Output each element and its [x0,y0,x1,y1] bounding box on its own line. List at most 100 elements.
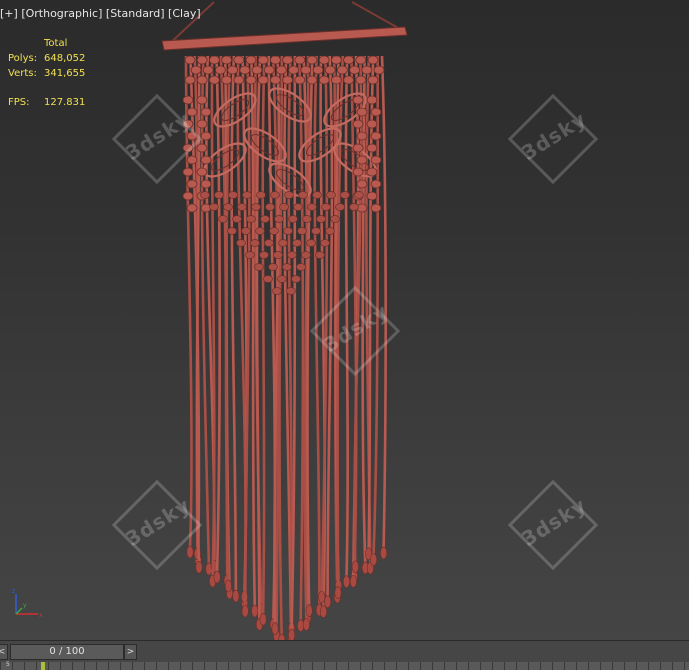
square-knot [256,191,266,199]
time-slider[interactable]: 0 / 100 [10,644,124,660]
square-knot [349,203,359,211]
spiral-knot [366,167,378,177]
square-knot [361,65,373,75]
square-knot [218,215,228,223]
viewport-view-menu[interactable]: [Orthographic] [21,7,102,20]
spiral-knot [370,203,382,213]
square-knot [330,75,342,85]
prev-frame-button[interactable]: < [0,644,8,660]
spiral-knot [366,119,378,129]
square-knot [301,251,311,259]
spiral-knot [182,191,194,201]
square-knot [263,275,273,283]
track-bar[interactable]: 5 [0,661,689,670]
axis-z-label: z [12,588,15,595]
spiral-knot [356,131,368,141]
square-knot [373,65,385,75]
cord-end-knot [213,570,221,584]
square-knot [196,55,208,65]
spiral-knot [370,155,382,165]
cord-end-knot [342,575,350,588]
next-frame-button[interactable]: > [124,644,137,660]
square-knot [233,55,245,65]
cord-end-knot [370,553,378,566]
spiral-knot [352,143,364,153]
spiral-knot [196,167,208,177]
cord-end-knot [302,618,310,631]
square-knot [294,55,306,65]
fps-value: 127.831 [44,97,86,108]
spiral-knot [366,95,378,105]
square-knot [257,75,269,85]
square-knot [306,55,318,65]
dowel-rod [161,26,408,51]
cord-end-knot [349,575,357,588]
square-knot [316,215,326,223]
axis-gizmo-icon: x z y [12,588,43,619]
square-knot [343,55,355,65]
cord-end-knot [334,586,342,599]
square-knot [297,227,307,235]
square-knot [200,191,210,199]
viewport-style-menu[interactable]: [Clay] [168,7,201,20]
square-knot [292,239,302,247]
square-knot [291,275,301,283]
cord [297,55,305,622]
square-knot [311,227,321,235]
cord-end-knot [195,560,203,574]
square-knot [300,65,312,75]
spiral-knot [352,95,364,105]
cord-end-knot [380,546,388,560]
square-knot [245,55,257,65]
square-knot [325,227,335,235]
square-knot [268,263,278,271]
viewport-menu-plus[interactable]: [+] [0,7,18,20]
square-knot [184,55,196,65]
square-knot [312,191,322,199]
polys-label: Polys: [8,53,38,64]
spiral-knot [356,155,368,165]
spiral-knot [200,179,212,189]
square-knot [233,75,245,85]
square-knot [236,239,246,247]
square-knot [296,263,306,271]
viewport[interactable]: 3dsky 3dsky 3dsky 3dsky 3dsky [+] [Ortho… [0,0,689,640]
time-slider-bar: < 0 / 100 > [0,640,689,662]
square-knot [272,287,282,295]
square-knot [287,251,297,259]
square-knot [293,203,303,211]
spiral-knot [352,119,364,129]
square-knot [306,75,318,85]
square-knot [208,55,220,65]
stats-header: Total [44,38,68,49]
square-knot [330,55,342,65]
square-knot [263,65,275,75]
watermark: 3dsky [111,479,203,571]
cord [210,55,216,578]
square-knot [294,75,306,85]
square-knot [318,75,330,85]
square-knot [282,55,294,65]
square-knot [279,203,289,211]
cord-end-knot [224,579,232,593]
spiral-knot [370,179,382,189]
square-knot [298,191,308,199]
cord-end-knot [241,604,249,618]
watermark: 3dsky [309,285,401,377]
square-knot [349,65,361,75]
square-knot [302,215,312,223]
watermark: 3dsky [111,93,203,185]
axis-y-label: y [23,602,27,609]
track-tick-label: 5 [6,661,10,668]
square-knot [221,75,233,85]
axis-x-label: x [39,612,43,619]
square-knot [277,275,287,283]
square-knot [227,65,239,75]
square-knot [239,65,251,75]
spiral-knot [196,95,208,105]
watermark: 3dsky [507,479,599,571]
square-knot [274,215,284,223]
cord-end-knot [288,628,296,640]
track-thumb[interactable] [41,662,45,670]
viewport-shading-menu[interactable]: [Standard] [106,7,165,20]
